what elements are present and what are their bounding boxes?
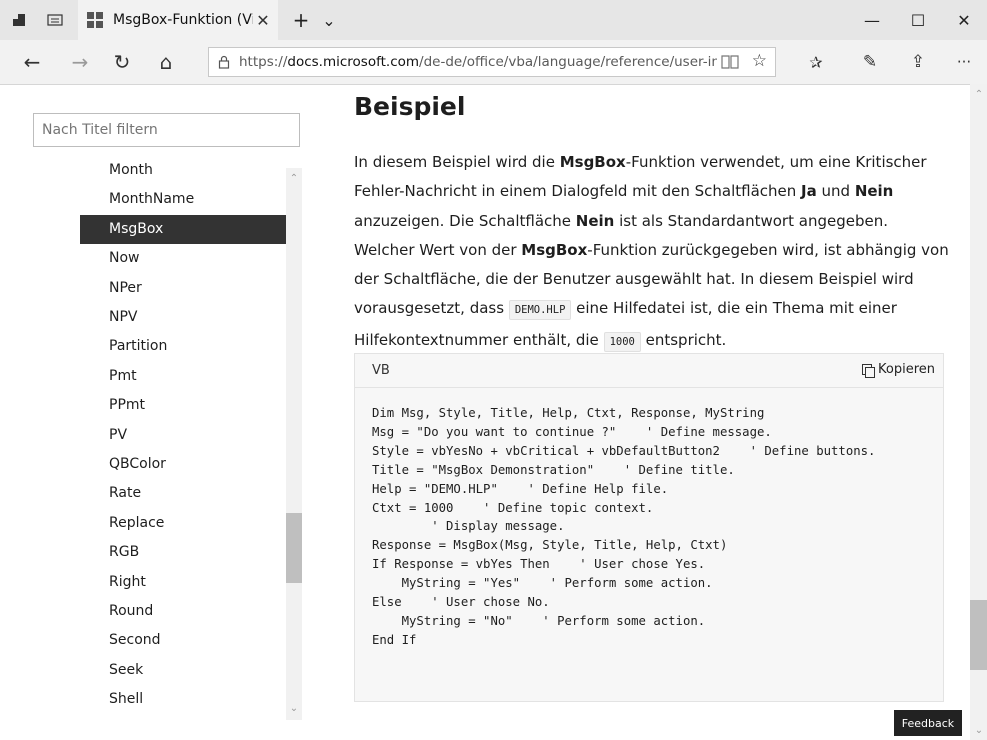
add-favorite-star-icon[interactable]: ☆ — [752, 51, 767, 71]
copy-button[interactable]: Kopieren — [862, 362, 935, 378]
toc-item-round[interactable]: Round — [80, 597, 286, 626]
toc-item-qbcolor[interactable]: QBColor — [80, 450, 286, 479]
code-block: VB Kopieren Dim Msg, Style, Title, Help,… — [354, 353, 944, 702]
copy-label: Kopieren — [878, 362, 935, 377]
toc-item-seek[interactable]: Seek — [80, 656, 286, 685]
toc-item-pv[interactable]: PV — [80, 421, 286, 450]
new-tab-button[interactable]: + — [288, 0, 314, 40]
title-bar: MsgBox-Funktion (Visua ✕ + ⌄ — ☐ ✕ — [0, 0, 987, 40]
feedback-button[interactable]: Feedback — [894, 710, 962, 736]
copy-icon — [862, 363, 875, 378]
toc-item-rate[interactable]: Rate — [80, 479, 286, 508]
toc-item-msgbox[interactable]: MsgBox — [80, 214, 286, 244]
close-window-button[interactable]: ✕ — [941, 0, 987, 40]
page-scroll-thumb[interactable] — [970, 600, 987, 670]
microsoft-favicon-icon — [87, 12, 103, 28]
back-button[interactable]: ← — [14, 44, 50, 80]
more-menu-icon[interactable]: ··· — [946, 44, 982, 80]
toc-list: Month MonthName MsgBox Now NPer NPV Partition P… — [80, 160, 301, 720]
page-scroll-down-icon[interactable]: ⌄ — [974, 726, 984, 736]
toc-scrollbar[interactable]: ⌃ ⌄ — [286, 168, 302, 720]
example-description: In diesem Beispiel wird die MsgBox-Funkt… — [354, 148, 949, 357]
toc-item-second[interactable]: Second — [80, 626, 286, 655]
share-icon[interactable]: ⇪ — [900, 44, 936, 80]
toc-item-npv[interactable]: NPV — [80, 303, 286, 332]
tab-title: MsgBox-Funktion (Visua — [113, 12, 253, 28]
lock-icon — [209, 55, 239, 69]
toc-item-now[interactable]: Now — [80, 244, 286, 273]
code-text: Dim Msg, Style, Title, Help, Ctxt, Respo… — [372, 406, 876, 647]
navigation-bar: ← → ↻ ⌂ https://docs.microsoft.com/de-de… — [0, 40, 987, 85]
toc-item-shell[interactable]: Shell — [80, 685, 286, 714]
forward-button[interactable]: → — [62, 44, 98, 80]
toc-filter-input[interactable] — [33, 113, 300, 147]
toc-scroll-up-icon[interactable]: ⌃ — [289, 174, 299, 184]
tab-actions-icon[interactable] — [6, 0, 32, 40]
toc-item-replace[interactable]: Replace — [80, 509, 286, 538]
toc-item-ppmt[interactable]: PPmt — [80, 391, 286, 420]
toc-scroll-down-icon[interactable]: ⌄ — [289, 704, 299, 714]
active-tab[interactable]: MsgBox-Funktion (Visua ✕ — [78, 0, 278, 40]
url-text: https://docs.microsoft.com/de-de/office/… — [239, 54, 717, 70]
home-button[interactable]: ⌂ — [148, 44, 184, 80]
section-heading: Beispiel — [354, 92, 466, 121]
toc-scroll-thumb[interactable] — [286, 513, 302, 583]
code-language-label: VB — [372, 363, 390, 378]
maximize-button[interactable]: ☐ — [895, 0, 941, 40]
toc-item-nper[interactable]: NPer — [80, 274, 286, 303]
inline-code-demo-hlp: DEMO.HLP — [508, 300, 572, 321]
tabs-aside-icon[interactable] — [40, 0, 70, 40]
toc-item-pmt[interactable]: Pmt — [80, 362, 286, 391]
page-scroll-up-icon[interactable]: ⌃ — [974, 90, 984, 100]
toc-item-monthname[interactable]: MonthName — [80, 185, 286, 214]
reading-view-icon[interactable] — [721, 54, 739, 70]
refresh-button[interactable]: ↻ — [104, 44, 140, 80]
inline-code-1000: 1000 — [603, 331, 641, 352]
favorites-hub-icon[interactable]: ✰ — [798, 44, 834, 80]
toc-item-partition[interactable]: Partition — [80, 332, 286, 361]
code-header: VB Kopieren — [355, 354, 943, 388]
toc-item-rgb[interactable]: RGB — [80, 538, 286, 567]
toc-item-right[interactable]: Right — [80, 568, 286, 597]
toc-item-month[interactable]: Month — [80, 160, 286, 185]
minimize-button[interactable]: — — [849, 0, 895, 40]
address-bar[interactable]: https://docs.microsoft.com/de-de/office/… — [208, 47, 776, 77]
page-scrollbar[interactable]: ⌃ ⌄ — [970, 84, 987, 740]
web-notes-icon[interactable]: ✎ — [852, 44, 888, 80]
tab-list-chevron-icon[interactable]: ⌄ — [318, 0, 340, 40]
tab-close-icon[interactable]: ✕ — [254, 11, 272, 30]
